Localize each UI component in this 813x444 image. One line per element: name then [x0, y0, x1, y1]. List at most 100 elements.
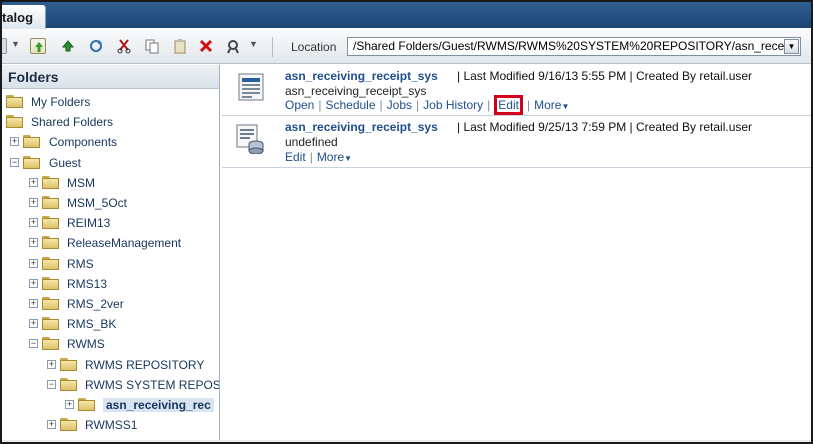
tree-item-label: MSM	[67, 175, 95, 190]
collapse-icon[interactable]: −	[10, 157, 19, 167]
item-actions: Open | Schedule | Jobs | Job History | Edit | More…	[285, 95, 569, 115]
tree-item[interactable]: + MSM_5Oct	[2, 193, 219, 213]
expand-icon[interactable]: +	[47, 420, 56, 430]
action-separator: |	[318, 98, 322, 112]
schedule-link[interactable]: Schedule	[325, 98, 375, 112]
expand-icon[interactable]: +	[29, 278, 38, 288]
folder-body	[42, 198, 59, 209]
more-menu-link[interactable]: More	[317, 150, 344, 164]
upload-icon[interactable]	[60, 38, 76, 54]
expand-icon[interactable]: +	[29, 299, 38, 308]
folder-body	[42, 238, 59, 250]
expand-icon[interactable]: +	[29, 238, 38, 248]
item-description: asn_receiving_receipt_sys	[285, 84, 427, 98]
folder-icon	[42, 235, 59, 250]
location-dropdown-button[interactable]: ▼	[784, 39, 799, 54]
chevron-down-icon[interactable]: ▼	[561, 102, 569, 111]
tree-item[interactable]: + RMS	[2, 254, 219, 274]
folders-panel: Folders My Folders Shared Folders + Compone…	[2, 65, 220, 442]
tree-item[interactable]: − RWMS SYSTEM REPOSI	[2, 375, 220, 395]
folders-title: Folders	[8, 69, 59, 85]
tree-item[interactable]: My Folders	[2, 92, 219, 112]
location-field[interactable]: /Shared Folders/Guest/RWMS/RWMS%20SYSTEM…	[347, 37, 801, 56]
tree-item[interactable]: + RWMS REPOSITORY	[2, 355, 219, 375]
paste-icon[interactable]	[172, 38, 188, 54]
edit-link[interactable]: Edit	[285, 150, 306, 164]
tree-item[interactable]: + RMS_2ver	[2, 294, 219, 314]
folder-body	[60, 359, 77, 371]
catalog-tab-label: talog	[2, 10, 34, 25]
tree-item-label: REIM13	[67, 216, 111, 231]
location-label: Location	[291, 40, 337, 54]
cut-icon[interactable]	[116, 38, 132, 54]
item-title-link[interactable]: asn_receiving_receipt_sys	[285, 120, 438, 134]
tree-item[interactable]: + RWMSS1	[2, 415, 219, 435]
action-separator: |	[379, 98, 383, 112]
catalog-tab[interactable]: talog	[2, 5, 46, 29]
expand-icon[interactable]: +	[29, 177, 38, 187]
refresh-icon[interactable]	[88, 38, 104, 54]
new-icon[interactable]	[30, 38, 46, 54]
folder-body	[42, 177, 59, 189]
tree-item[interactable]: Shared Folders	[2, 112, 219, 132]
tree-item[interactable]: + asn_receiving_rec	[2, 395, 219, 415]
data-model-icon-glyph	[236, 124, 264, 155]
expand-icon[interactable]: +	[29, 218, 38, 228]
folder-icon	[78, 397, 95, 411]
tree-item[interactable]: − RWMS	[2, 334, 219, 354]
copy-icon-glyph	[145, 39, 159, 54]
folder-icon	[42, 215, 59, 230]
tree-item[interactable]: + RMS13	[2, 274, 219, 294]
folder-icon	[60, 357, 77, 371]
toolbar: ▼ ▼ Location /Shared Folders/Guest/RWMS/	[2, 29, 811, 64]
properties-icon-glyph	[227, 40, 239, 54]
tree-item[interactable]: + MSM	[2, 173, 219, 193]
properties-icon[interactable]	[225, 38, 241, 54]
collapse-icon[interactable]: −	[47, 379, 56, 389]
expand-icon[interactable]: +	[29, 258, 38, 268]
item-title-link[interactable]: asn_receiving_receipt_sys	[285, 69, 438, 83]
tree-item[interactable]: + ReleaseManagement	[2, 233, 219, 253]
jobs-link[interactable]: Jobs	[387, 98, 412, 112]
delete-icon-glyph	[199, 39, 213, 53]
tree-item[interactable]: + Components	[2, 132, 219, 152]
folder-icon	[42, 256, 59, 270]
catalog-window: talog ▼ ▼ Location /Shared Folders/Guest…	[0, 0, 813, 444]
action-separator: |	[487, 98, 491, 112]
chevron-down-icon[interactable]: ▼	[344, 154, 352, 163]
tree-item[interactable]: − Guest	[2, 153, 219, 173]
expand-icon[interactable]: +	[47, 359, 56, 369]
expand-icon[interactable]: +	[65, 400, 74, 409]
expand-icon[interactable]: +	[29, 198, 38, 207]
more-menu-link[interactable]: More	[534, 98, 561, 112]
tree-item-label: RMS13	[67, 276, 108, 291]
folder-icon	[42, 175, 59, 189]
chevron-down-icon[interactable]: ▼	[249, 39, 258, 49]
folder-body	[6, 117, 23, 129]
job-history-link[interactable]: Job History	[423, 98, 483, 112]
collapse-icon[interactable]: −	[29, 339, 38, 349]
tree-item-label: RMS_2ver	[67, 297, 124, 311]
folder-icon	[42, 336, 59, 351]
folder-body	[42, 299, 59, 310]
view-menu-icon[interactable]	[2, 38, 7, 54]
tree-item[interactable]: + REIM13	[2, 213, 219, 233]
tree-item-label: My Folders	[31, 95, 91, 109]
expand-icon[interactable]: +	[29, 319, 38, 329]
location-value: /Shared Folders/Guest/RWMS/RWMS%20SYSTEM…	[353, 39, 793, 53]
copy-icon[interactable]	[144, 38, 160, 54]
expand-icon[interactable]: +	[10, 137, 19, 147]
folder-body	[23, 137, 40, 149]
folder-body	[42, 258, 59, 270]
tree-item-label: RWMS SYSTEM REPOSI	[85, 377, 220, 392]
refresh-icon-glyph	[90, 40, 102, 52]
tree-item[interactable]: + RMS_BK	[2, 314, 219, 334]
folder-body	[42, 278, 59, 290]
toolbar-divider	[272, 37, 273, 57]
upload-icon-glyph	[61, 40, 75, 52]
chevron-down-icon[interactable]: ▼	[11, 39, 20, 49]
delete-icon[interactable]	[198, 38, 214, 54]
folder-icon	[42, 296, 59, 310]
open-link[interactable]: Open	[285, 98, 314, 112]
edit-link[interactable]: Edit	[494, 95, 523, 115]
